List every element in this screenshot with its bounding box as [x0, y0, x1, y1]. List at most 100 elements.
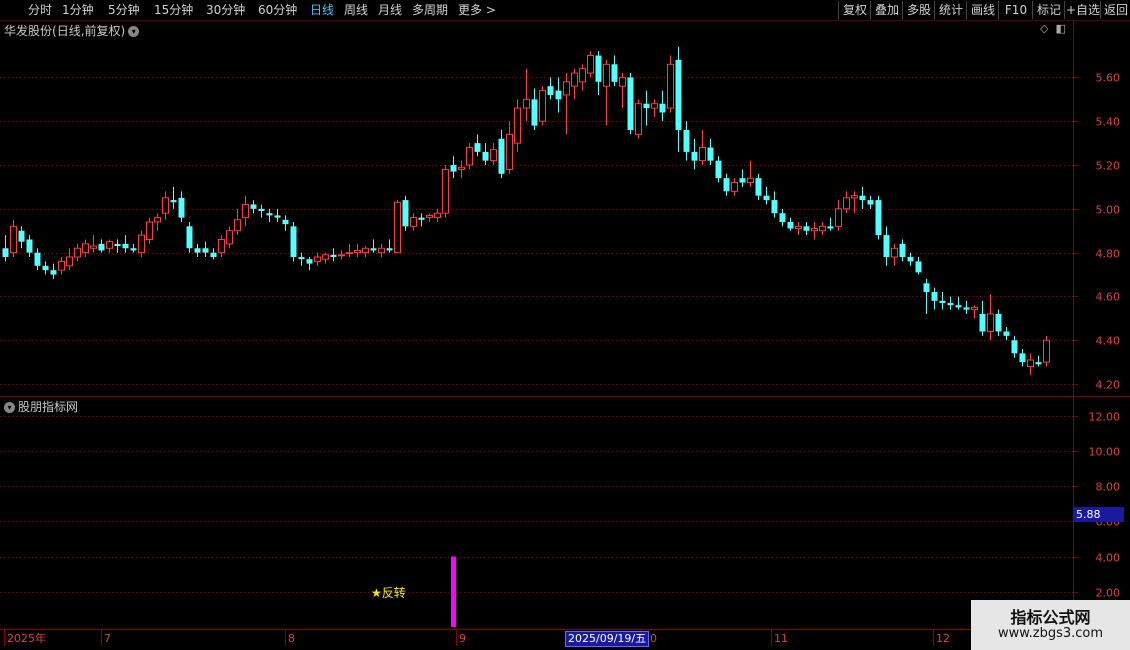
candle-body [707, 147, 714, 161]
candle-body [1011, 340, 1018, 354]
candle-body [330, 254, 337, 258]
candle-body [923, 283, 930, 293]
candle-body [971, 306, 978, 311]
candle-body [547, 86, 554, 95]
candle-body [947, 303, 954, 306]
candle-body [939, 300, 946, 304]
candle-body [418, 217, 425, 220]
candle-body [963, 307, 970, 310]
candle-body [474, 143, 481, 152]
candle-body [763, 195, 770, 201]
candle-body [899, 243, 906, 258]
candle-body [82, 243, 89, 254]
candle-body [915, 261, 922, 273]
candle-body [322, 254, 329, 260]
candle-body [178, 197, 185, 218]
candle-body [643, 103, 650, 109]
candle-body [482, 151, 489, 161]
candle-body [226, 230, 233, 245]
candle-body [250, 204, 257, 209]
candle-body [202, 248, 209, 253]
candle-body [883, 235, 890, 258]
candle-body [555, 90, 562, 100]
price-axis-label: 4.40 [1096, 335, 1121, 348]
candle-body [458, 166, 465, 170]
price-axis-label: 5.60 [1096, 72, 1121, 85]
candle-body [627, 77, 634, 130]
candle-body [154, 217, 161, 223]
current-value-badge: 5.88 [1074, 507, 1124, 522]
candle-body [787, 221, 794, 229]
candle-body [795, 225, 802, 230]
candle-body [434, 212, 441, 219]
candle-body [378, 247, 385, 254]
candle-body [42, 265, 49, 271]
price-axis-label: 5.20 [1096, 160, 1121, 173]
candle-body [26, 239, 33, 253]
candle-body [603, 63, 610, 87]
candle-body [274, 215, 281, 218]
candle-body [635, 103, 642, 135]
candle-body [66, 256, 73, 267]
candle-body [410, 217, 417, 227]
candle-body [162, 197, 169, 214]
candle-body [835, 208, 842, 227]
candle-body [514, 107, 521, 144]
candle-body [891, 247, 898, 258]
reversal-signal-bar [451, 556, 456, 627]
candle-body [771, 200, 778, 214]
price-axis-label: 4.60 [1096, 291, 1121, 304]
time-axis-label: 11 [774, 632, 788, 645]
candle-body [1027, 359, 1034, 368]
candle-body [170, 200, 177, 203]
candle-body [90, 245, 97, 249]
watermark-url: www.zbgs3.com [997, 626, 1104, 641]
candle-body [34, 252, 41, 266]
candle-body [186, 226, 193, 249]
candle-body [338, 254, 345, 257]
candle-body [362, 247, 369, 254]
candle-body [290, 226, 297, 258]
candle-body [595, 55, 602, 82]
candle-body [563, 81, 570, 96]
watermark-title: 指标公式网 [1010, 608, 1091, 627]
candle-body [258, 208, 265, 212]
candle-body [194, 248, 201, 253]
indicator-axis-label: 10.00 [1089, 446, 1121, 459]
candle-body [442, 168, 449, 214]
candle-body [579, 68, 586, 83]
candle-body [867, 200, 874, 205]
time-axis-label: 8 [288, 632, 295, 645]
candle-body [827, 226, 834, 229]
candle-body [571, 72, 578, 87]
candle-body [506, 133, 513, 170]
candle-body [50, 270, 57, 275]
candle-body [907, 257, 914, 262]
candle-body [819, 225, 826, 232]
candle-body [691, 151, 698, 161]
kline-chart[interactable]: 5.60 5.40 5.20 5.00 4.80 4.60 4.40 4.20 12.00 10.… [0, 0, 1130, 650]
candle-body [282, 219, 289, 225]
indicator-axis-label: 12.00 [1089, 411, 1121, 424]
watermark: 指标公式网 www.zbgs3.com [971, 600, 1130, 650]
candle-body [402, 200, 409, 227]
time-axis-label: 7 [104, 632, 111, 645]
candle-body [739, 178, 746, 183]
price-axis-label: 5.00 [1096, 204, 1121, 217]
candle-body [138, 234, 145, 254]
price-axis-label: 5.40 [1096, 116, 1121, 129]
candle-body [523, 98, 530, 109]
candle-body [210, 252, 217, 258]
candle-body [498, 138, 505, 174]
candle-body [851, 195, 858, 199]
candle-body [370, 248, 377, 251]
candle-body [122, 243, 129, 249]
indicator-axis-label: 4.00 [1096, 552, 1121, 565]
candle-body [450, 165, 457, 172]
candle-body [490, 149, 497, 162]
candle-body [683, 129, 690, 152]
candle-body [114, 243, 121, 247]
indicator-axis-label: 2.00 [1096, 587, 1121, 600]
candle-body [466, 147, 473, 166]
candle-body [298, 257, 305, 260]
